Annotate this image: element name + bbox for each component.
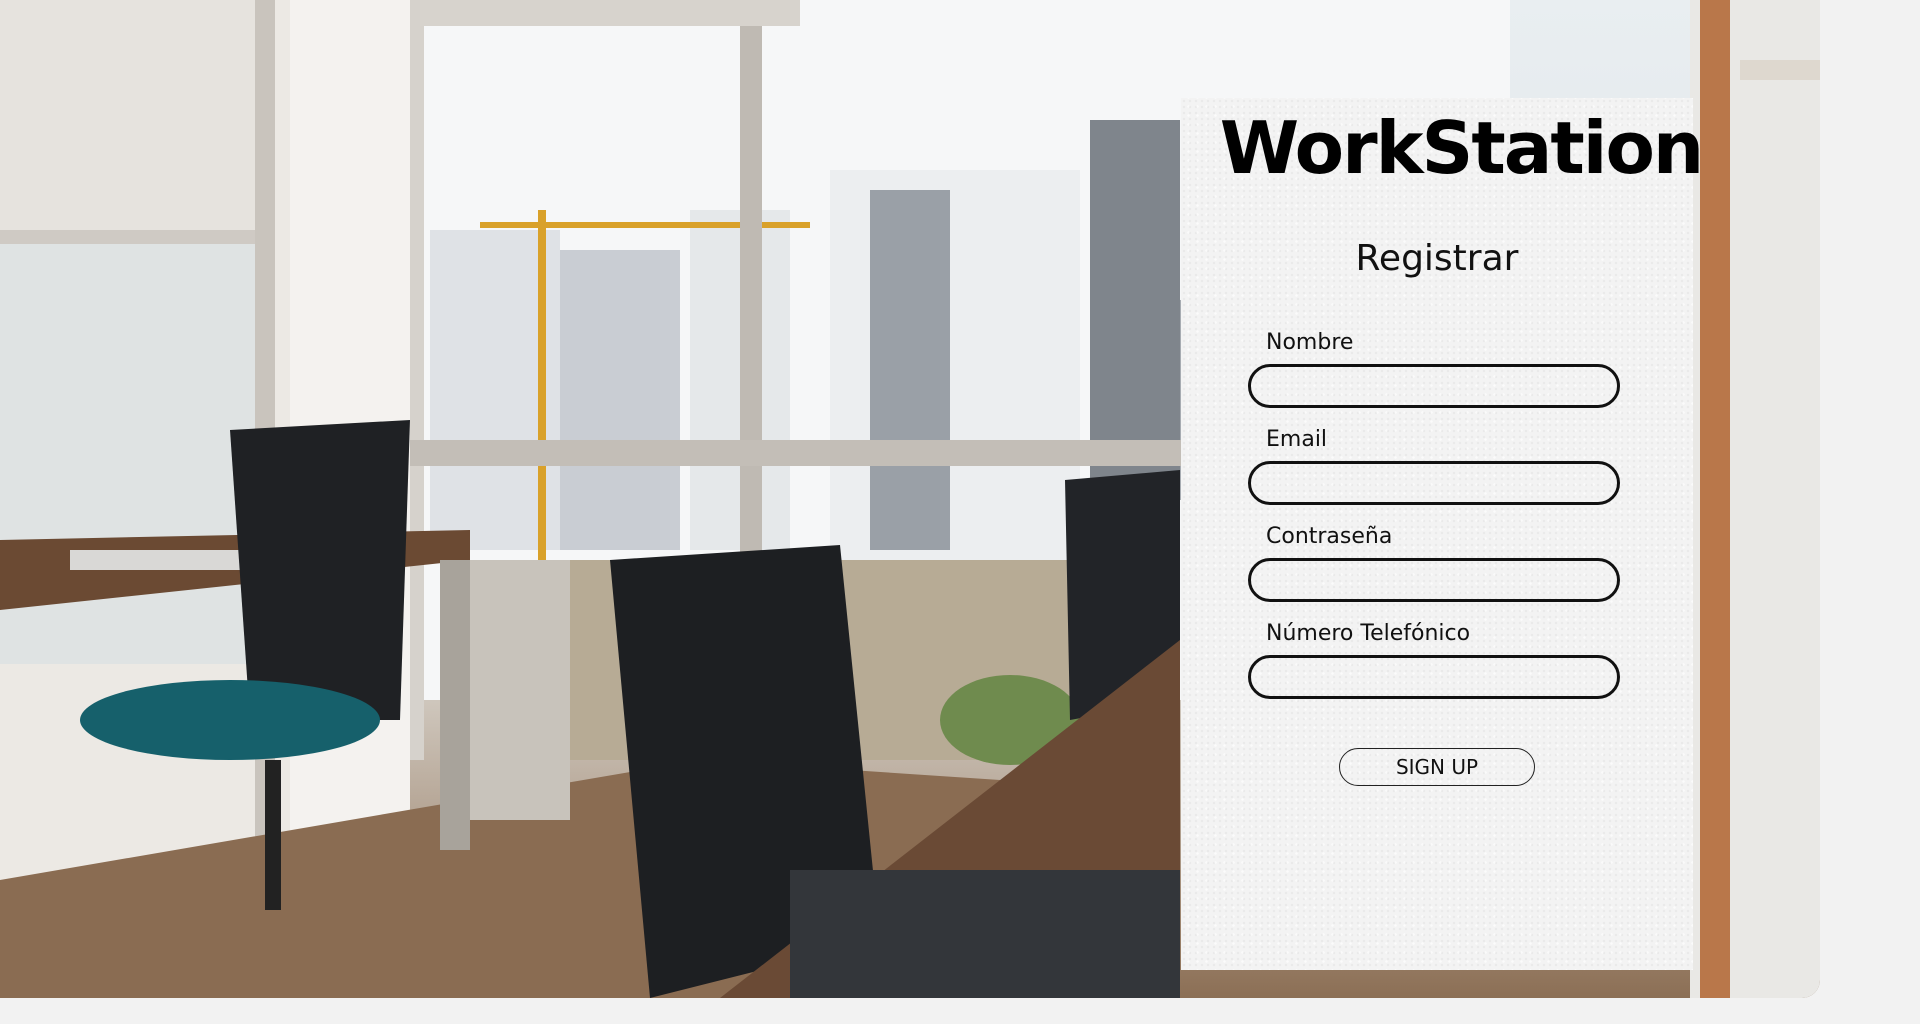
email-input[interactable] bbox=[1248, 461, 1620, 505]
password-label: Contraseña bbox=[1266, 524, 1393, 549]
phone-label: Número Telefónico bbox=[1266, 621, 1471, 646]
form-title: Registrar bbox=[1355, 238, 1519, 279]
email-label: Email bbox=[1266, 427, 1328, 452]
brand-logo-text: WorkStation bbox=[1219, 106, 1704, 190]
signup-button[interactable]: SIGN UP bbox=[1339, 748, 1535, 786]
name-input[interactable] bbox=[1248, 364, 1620, 408]
phone-input[interactable] bbox=[1248, 655, 1620, 699]
signup-panel: WorkStation Registrar Nombre Email Contr… bbox=[1181, 98, 1704, 970]
password-input[interactable] bbox=[1248, 558, 1620, 602]
name-label: Nombre bbox=[1266, 330, 1354, 355]
